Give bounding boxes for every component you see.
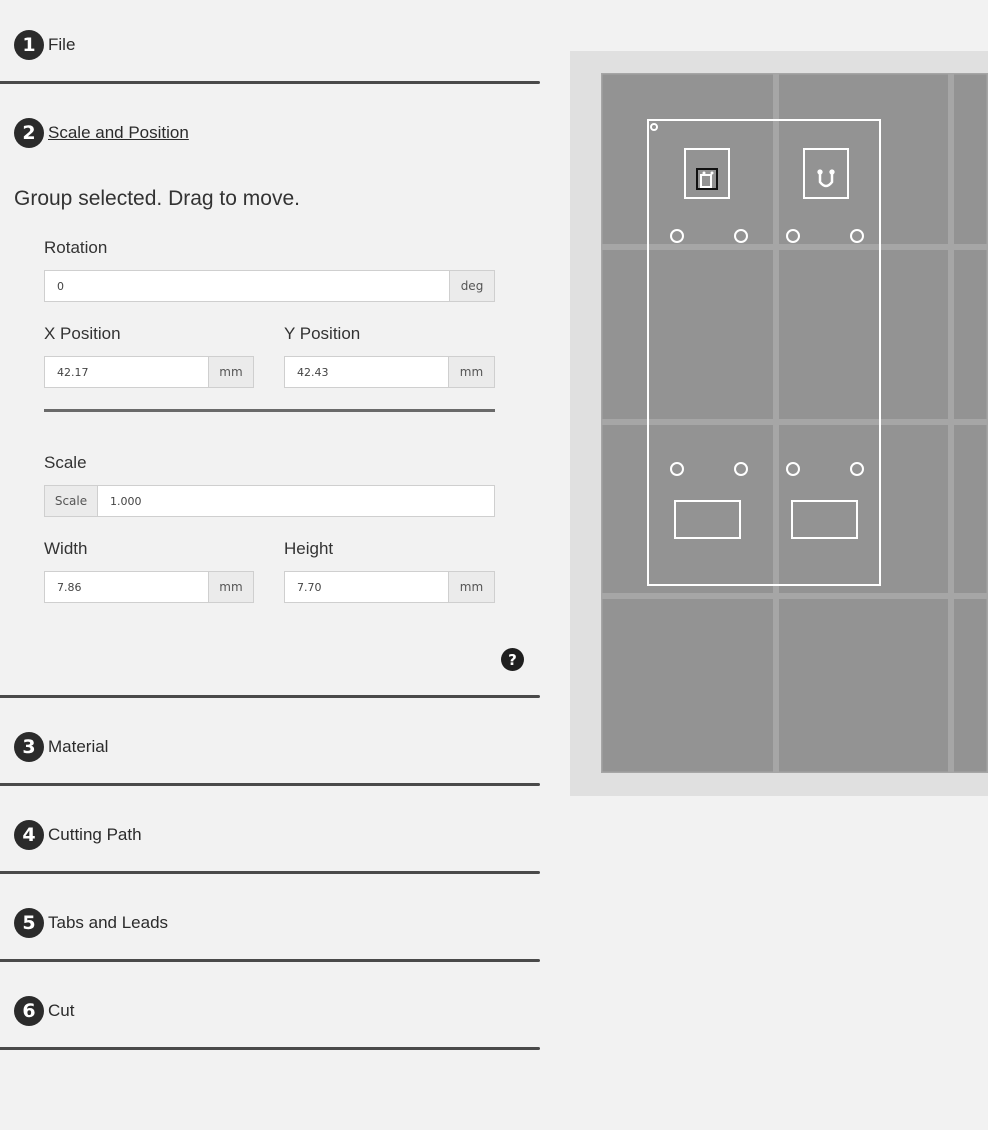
section-divider [0, 783, 540, 786]
grid-line [601, 593, 988, 599]
section-divider [0, 1047, 540, 1050]
cutting-bed-canvas[interactable] [599, 71, 988, 775]
smiley-eye [829, 169, 835, 175]
step-title: Tabs and Leads [48, 913, 169, 932]
height-input-group: mm [284, 571, 495, 603]
step-cutting-path-header[interactable]: 4 Cutting Path [14, 820, 142, 850]
height-label: Height [284, 539, 334, 558]
step-title: Cutting Path [48, 825, 142, 844]
step-number-badge: 1 [14, 30, 44, 60]
rotation-input[interactable] [45, 271, 449, 301]
y-position-label: Y Position [284, 324, 361, 343]
scale-input[interactable] [98, 486, 494, 516]
rotation-label: Rotation [44, 238, 108, 257]
step-number-badge: 3 [14, 732, 44, 762]
height-input[interactable] [285, 572, 448, 602]
step-number-badge: 4 [14, 820, 44, 850]
step-title: Scale and Position [48, 123, 189, 142]
cutting-bed-svg [599, 71, 988, 775]
width-unit: mm [208, 572, 253, 602]
width-label: Width [44, 539, 88, 558]
section-divider [0, 959, 540, 962]
x-position-input[interactable] [45, 357, 208, 387]
y-position-input-group: mm [284, 356, 495, 388]
y-position-input[interactable] [285, 357, 448, 387]
question-circle-icon[interactable]: ? [501, 648, 524, 671]
step-material-header[interactable]: 3 Material [14, 732, 108, 762]
step-scale-position-header[interactable]: 2 Scale and Position [14, 118, 189, 148]
step-file-header[interactable]: 1 File [14, 30, 75, 60]
section-divider [0, 81, 540, 84]
x-position-input-group: mm [44, 356, 254, 388]
scale-label: Scale [44, 453, 87, 472]
selection-status-message: Group selected. Drag to move. [14, 187, 300, 210]
x-position-unit: mm [208, 357, 253, 387]
smiley-eye [817, 169, 823, 175]
y-position-unit: mm [448, 357, 494, 387]
step-title: File [48, 35, 76, 54]
grid-line [601, 244, 988, 250]
rotation-input-group: deg [44, 270, 495, 302]
x-position-label: X Position [44, 324, 121, 343]
step-number-badge: 2 [14, 118, 44, 148]
grid-line [601, 419, 988, 425]
rotation-unit: deg [449, 271, 494, 301]
section-divider [0, 871, 540, 874]
step-number-badge: 6 [14, 996, 44, 1026]
step-cut-header[interactable]: 6 Cut [14, 996, 74, 1026]
section-divider [0, 695, 540, 698]
height-unit: mm [448, 572, 494, 602]
smiley-eye [710, 171, 714, 175]
width-input[interactable] [45, 572, 208, 602]
step-number-badge: 5 [14, 908, 44, 938]
step-tabs-leads-header[interactable]: 5 Tabs and Leads [14, 908, 168, 938]
width-input-group: mm [44, 571, 254, 603]
step-title: Cut [48, 1001, 75, 1020]
scale-prefix: Scale [45, 486, 98, 516]
step-title: Material [48, 737, 109, 756]
smiley-eye [702, 171, 706, 175]
field-divider [44, 409, 495, 412]
scale-input-group: Scale [44, 485, 495, 517]
